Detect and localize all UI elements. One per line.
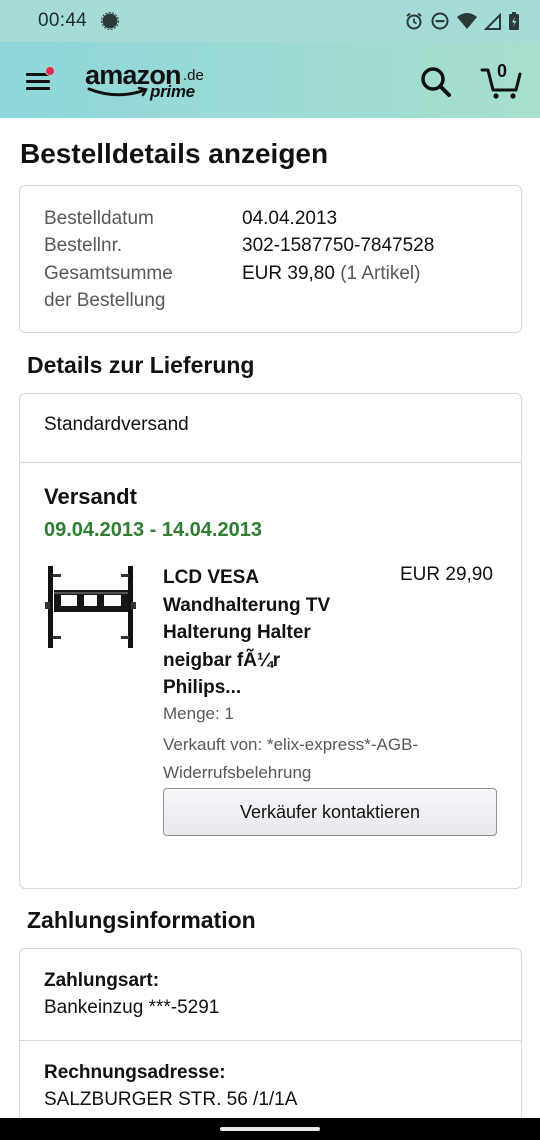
search-button[interactable] (418, 64, 454, 100)
product-seller: Verkauft von: *elix-express*-AGB- Widerr… (163, 731, 483, 786)
order-date-value: 04.04.2013 (242, 208, 338, 229)
product-quantity: Menge: 1 (163, 704, 234, 723)
order-summary-card: Bestelldatum 04.04.2013 Bestellnr. 302-1… (19, 185, 522, 333)
order-number-value: 302-1587750-7847528 (242, 235, 435, 256)
order-total-value: EUR 39,80 (1 Artikel) (242, 260, 420, 287)
status-bar: 00:44 (0, 0, 540, 42)
payment-card: Zahlungsart: Bankeinzug ***-5291 Rechnun… (19, 948, 522, 1140)
order-total-label-line1: Gesamtsumme (44, 263, 173, 284)
order-total-label-line2: der Bestellung (44, 290, 166, 311)
amazon-prime-logo[interactable]: amazon .de prime (85, 60, 215, 106)
cart-count: 0 (497, 61, 508, 81)
payment-method-label: Zahlungsart: (44, 970, 160, 991)
seller-line: Widerrufsbelehrung (163, 762, 312, 782)
status-icons (404, 11, 520, 31)
cart-button[interactable]: 0 (480, 60, 524, 100)
status-time: 00:44 (38, 10, 88, 31)
system-nav-bar (0, 1118, 540, 1140)
billing-address-label: Rechnungsadresse: (44, 1062, 226, 1083)
product-title-line: Halterung Halter (163, 622, 311, 643)
notification-dot (45, 66, 55, 76)
do-not-disturb-icon (431, 12, 449, 30)
contact-seller-button[interactable]: Verkäufer kontaktieren (163, 788, 497, 836)
product-title-line: LCD VESA (163, 567, 260, 588)
battery-icon (509, 12, 519, 30)
product-title-line: Wandhalterung TV (163, 594, 331, 616)
delivery-section-title: Details zur Lieferung (27, 352, 255, 378)
product-title-line: Philips... (163, 677, 242, 698)
divider (20, 1040, 521, 1041)
seller-line: Verkauft von: *elix-express*-AGB- (163, 735, 419, 754)
shipping-method: Standardversand (44, 414, 189, 435)
payment-section-title: Zahlungsinformation (27, 907, 256, 933)
wifi-icon (457, 13, 477, 29)
smile-arrow-icon (87, 86, 148, 97)
alarm-icon (406, 12, 422, 30)
product-title-line: neigbar fÃ¼r (163, 649, 281, 671)
shipment-dates: 09.04.2013 - 14.04.2013 (44, 519, 262, 541)
order-total-amount: EUR 39,80 (242, 263, 335, 284)
search-icon (421, 67, 451, 97)
page-title: Bestelldetails anzeigen (20, 138, 329, 169)
signal-app-icon (101, 12, 120, 30)
product-title-link[interactable]: LCD VESA Wandhalterung TV Halterung Halt… (163, 564, 373, 702)
order-total-items: (1 Artikel) (340, 263, 421, 284)
tv-wall-mount-image[interactable] (44, 564, 140, 652)
home-gesture-pill[interactable] (220, 1127, 320, 1131)
app-header: amazon .de prime 0 (0, 42, 540, 118)
order-number-label: Bestellnr. (44, 235, 123, 256)
menu-button[interactable] (22, 64, 56, 96)
cell-signal-icon (484, 12, 501, 30)
shipment-status: Versandt (44, 484, 137, 509)
order-date-label: Bestelldatum (44, 208, 154, 229)
product-price: EUR 29,90 (400, 564, 493, 585)
divider (20, 462, 521, 463)
delivery-card: Standardversand Versandt 09.04.2013 - 14… (19, 393, 522, 889)
payment-method-value: Bankeinzug ***-5291 (44, 997, 220, 1018)
logo-prime: prime (150, 82, 195, 101)
billing-address-value: SALZBURGER STR. 56 /1/1A (44, 1089, 298, 1110)
